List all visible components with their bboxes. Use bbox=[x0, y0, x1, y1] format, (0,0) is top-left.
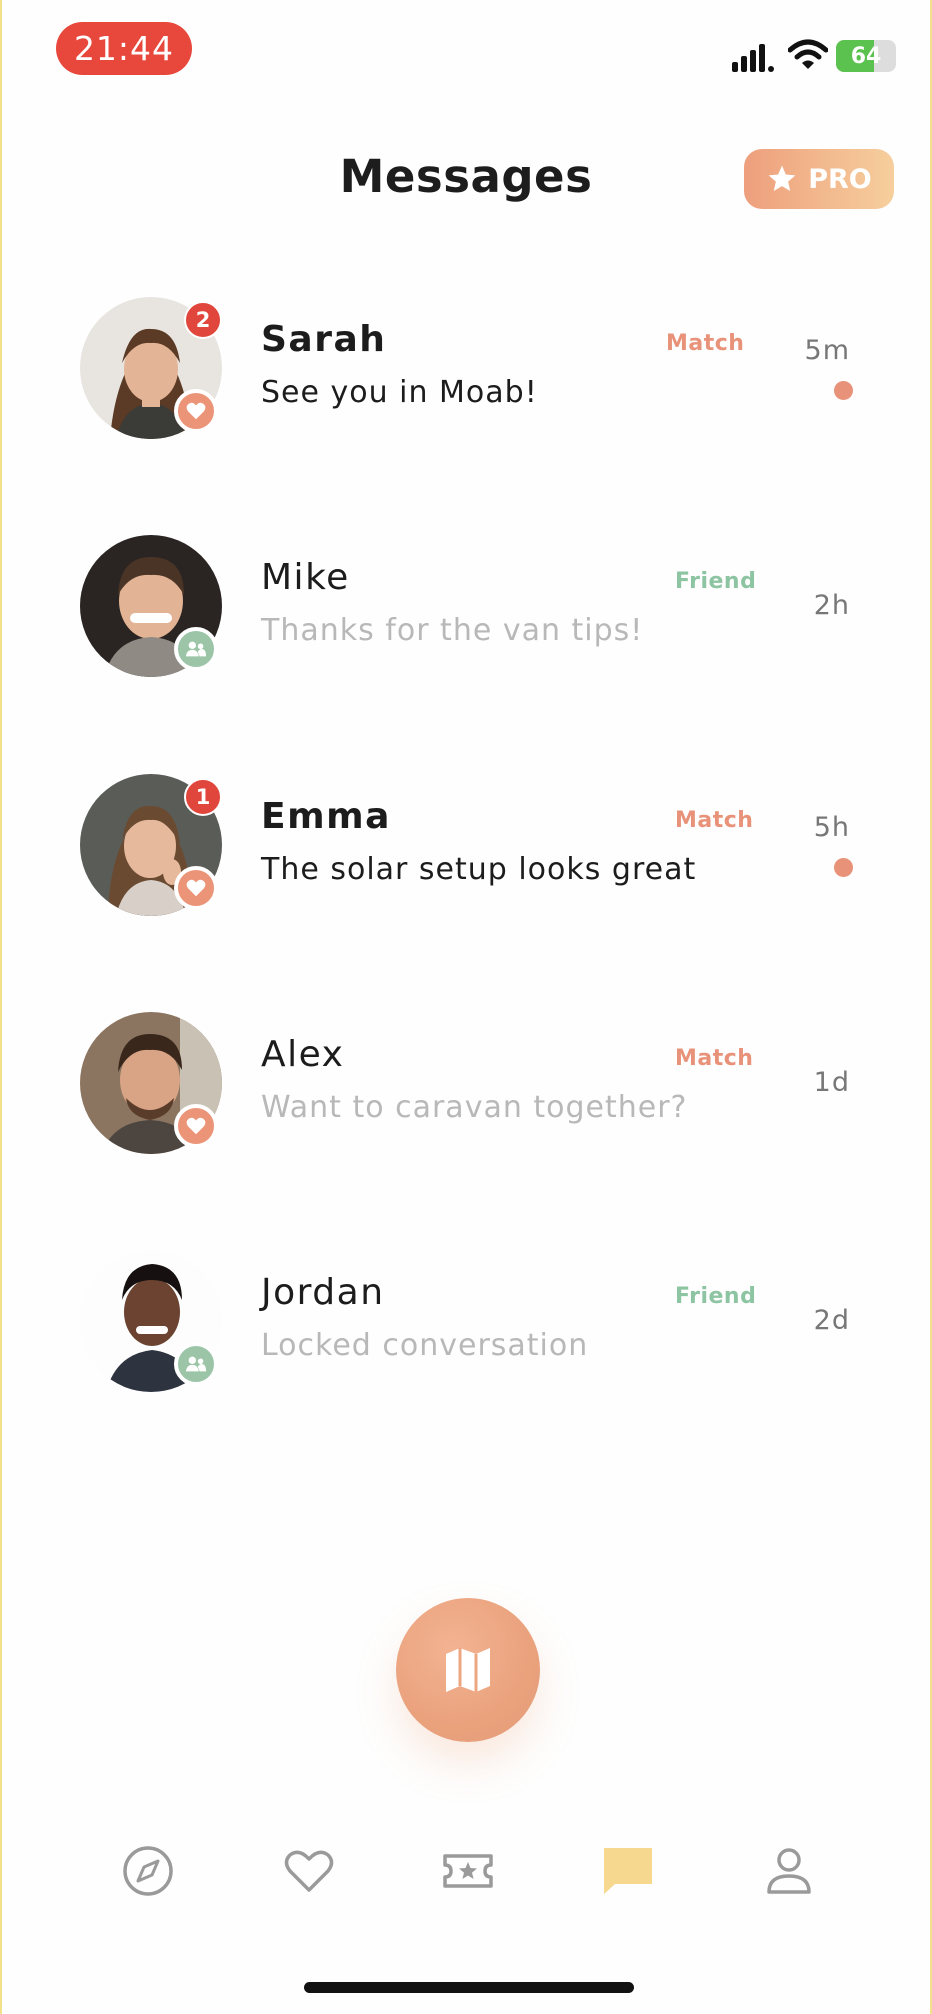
map-button[interactable] bbox=[396, 1598, 540, 1742]
heart-icon bbox=[186, 879, 206, 897]
pro-label: PRO bbox=[808, 163, 872, 195]
star-icon bbox=[768, 165, 796, 191]
nav-profile[interactable] bbox=[761, 1843, 817, 1899]
contact-name: Emma bbox=[261, 796, 391, 837]
unread-count-badge: 2 bbox=[184, 301, 222, 339]
compass-icon bbox=[123, 1846, 173, 1896]
message-preview: Want to caravan together? bbox=[261, 1090, 688, 1125]
message-preview: See you in Moab! bbox=[261, 375, 538, 410]
nav-likes[interactable] bbox=[281, 1843, 337, 1899]
battery-indicator: 64 bbox=[836, 40, 896, 72]
ticket-star-icon bbox=[443, 1854, 493, 1888]
message-time: 2h bbox=[813, 590, 850, 621]
unread-dot bbox=[834, 381, 853, 400]
conversation-item-sarah[interactable]: 2 Sarah See you in Moab! Match 5m bbox=[2, 297, 932, 497]
message-preview: Locked conversation bbox=[261, 1328, 589, 1363]
message-time: 5m bbox=[804, 335, 850, 366]
match-heart-badge bbox=[174, 1104, 218, 1148]
pro-upgrade-button[interactable]: PRO bbox=[744, 149, 894, 209]
conversation-item-jordan[interactable]: Jordan Locked conversation Friend 2d bbox=[2, 1250, 932, 1450]
match-heart-badge bbox=[174, 389, 218, 433]
message-preview: Thanks for the van tips! bbox=[261, 613, 644, 648]
contact-name: Alex bbox=[261, 1034, 345, 1075]
messages-screen: 21:44 64 Messages PRO 2 Sarah See you in… bbox=[0, 0, 932, 2014]
relationship-tag: Match bbox=[675, 808, 754, 833]
message-time: 2d bbox=[813, 1305, 850, 1336]
heart-icon bbox=[186, 402, 206, 420]
conversation-item-emma[interactable]: 1 Emma The solar setup looks great Match… bbox=[2, 774, 932, 974]
battery-level: 64 bbox=[850, 43, 882, 69]
nav-explore[interactable] bbox=[120, 1843, 176, 1899]
friend-badge bbox=[174, 1342, 218, 1386]
friend-badge bbox=[174, 627, 218, 671]
nav-events[interactable] bbox=[440, 1843, 496, 1899]
contact-name: Jordan bbox=[261, 1272, 385, 1313]
chat-bubble-icon bbox=[604, 1848, 652, 1894]
home-indicator[interactable] bbox=[304, 1982, 634, 1993]
contact-name: Sarah bbox=[261, 319, 387, 360]
relationship-tag: Friend bbox=[675, 1284, 757, 1309]
relationship-tag: Match bbox=[666, 331, 745, 356]
message-time: 5h bbox=[813, 812, 850, 843]
wifi-icon bbox=[788, 39, 828, 69]
people-icon bbox=[185, 1356, 207, 1372]
heart-icon bbox=[186, 1117, 206, 1135]
unread-dot bbox=[834, 858, 853, 877]
relationship-tag: Friend bbox=[675, 569, 757, 594]
map-icon bbox=[446, 1648, 490, 1692]
conversation-item-mike[interactable]: Mike Thanks for the van tips! Friend 2h bbox=[2, 535, 932, 735]
heart-icon bbox=[284, 1850, 334, 1892]
profile-icon bbox=[767, 1848, 811, 1894]
conversation-item-alex[interactable]: Alex Want to caravan together? Match 1d bbox=[2, 1012, 932, 1212]
nav-messages[interactable] bbox=[600, 1843, 656, 1899]
status-time: 21:44 bbox=[56, 22, 192, 75]
relationship-tag: Match bbox=[675, 1046, 754, 1071]
message-preview: The solar setup looks great bbox=[261, 852, 697, 887]
contact-name: Mike bbox=[261, 557, 350, 598]
message-time: 1d bbox=[813, 1067, 850, 1098]
match-heart-badge bbox=[174, 866, 218, 910]
cellular-signal-icon bbox=[732, 44, 774, 72]
unread-count-badge: 1 bbox=[184, 778, 222, 816]
people-icon bbox=[185, 641, 207, 657]
